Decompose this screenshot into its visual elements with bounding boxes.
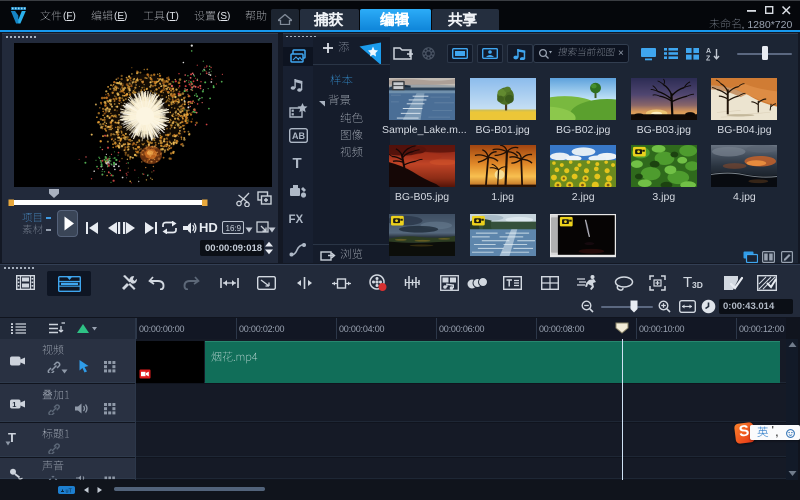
svg-text:uT: uT [66, 488, 73, 493]
svg-text:A: A [706, 48, 711, 55]
svg-text:1: 1 [12, 400, 16, 409]
svg-text:Z: Z [706, 56, 711, 62]
